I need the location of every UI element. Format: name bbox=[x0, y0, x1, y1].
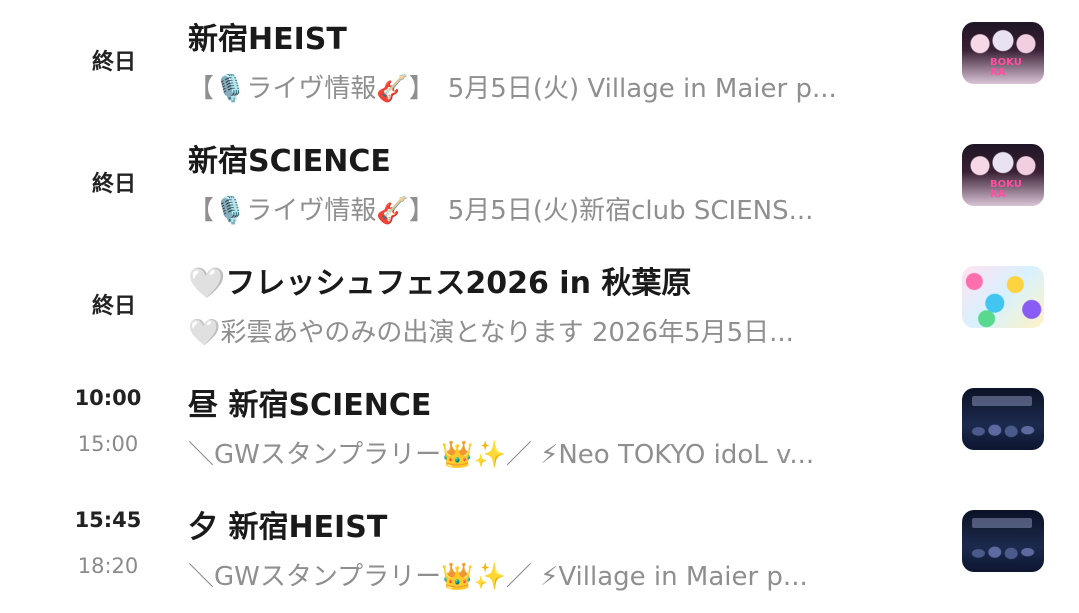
end-time: 18:20 bbox=[77, 554, 139, 578]
event-title: 新宿SCIENCE bbox=[188, 144, 391, 179]
start-time: 15:45 bbox=[74, 508, 142, 532]
event-row[interactable]: 終日 新宿HEIST 【🎙️ライヴ情報🎸】 5月5日(火) Village in… bbox=[0, 0, 1079, 120]
event-title: 新宿HEIST bbox=[188, 22, 347, 57]
event-row[interactable]: 終日 新宿SCIENCE 【🎙️ライヴ情報🎸】 5月5日(火)新宿club SC… bbox=[0, 122, 1079, 242]
event-row[interactable]: 10:00 15:00 昼 新宿SCIENCE ＼GWスタンプラリー👑✨／ ⚡N… bbox=[0, 366, 1079, 486]
event-thumbnail bbox=[962, 266, 1044, 328]
event-description: 【🎙️ライヴ情報🎸】 5月5日(火) Village in Maier p... bbox=[188, 74, 837, 104]
event-row[interactable]: 終日 🤍フレッシュフェス2026 in 秋葉原 🤍彩雲あやのみの出演となります … bbox=[0, 244, 1079, 364]
all-day-label: 終日 bbox=[91, 172, 136, 197]
event-list: 終日 新宿HEIST 【🎙️ライヴ情報🎸】 5月5日(火) Village in… bbox=[0, 0, 1079, 613]
boku-ra-logo-icon: BOKU RA bbox=[990, 57, 1022, 78]
event-title: 🤍フレッシュフェス2026 in 秋葉原 bbox=[188, 266, 692, 301]
event-row[interactable]: 15:45 18:20 夕 新宿HEIST ＼GWスタンプラリー👑✨／ ⚡Vil… bbox=[0, 488, 1079, 608]
event-title: 夕 新宿HEIST bbox=[188, 510, 388, 545]
thumbnail-title-band bbox=[972, 518, 1032, 528]
all-day-label: 終日 bbox=[91, 294, 136, 319]
event-thumbnail bbox=[962, 510, 1044, 572]
event-thumbnail: BOKU RA bbox=[962, 22, 1044, 84]
event-title: 昼 新宿SCIENCE bbox=[188, 388, 432, 423]
all-day-label: 終日 bbox=[91, 50, 136, 75]
event-description: ＼GWスタンプラリー👑✨／ ⚡Neo TOKYO idoL v... bbox=[188, 440, 815, 470]
thumbnail-title-band bbox=[972, 396, 1032, 406]
event-thumbnail bbox=[962, 388, 1044, 450]
event-description: ＼GWスタンプラリー👑✨／ ⚡Village in Maier p... bbox=[188, 562, 808, 592]
event-description: 🤍彩雲あやのみの出演となります 2026年5月5日... bbox=[188, 318, 794, 348]
event-description: 【🎙️ライヴ情報🎸】 5月5日(火)新宿club SCIENS... bbox=[188, 196, 814, 226]
boku-ra-logo-icon: BOKU RA bbox=[990, 179, 1022, 200]
end-time: 15:00 bbox=[77, 432, 139, 456]
start-time: 10:00 bbox=[74, 386, 142, 410]
event-thumbnail: BOKU RA bbox=[962, 144, 1044, 206]
